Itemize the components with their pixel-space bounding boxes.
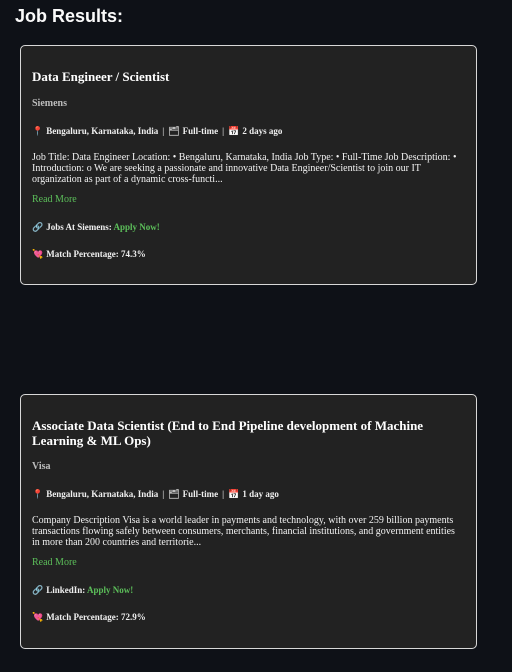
link-icon: 🔗 [32,222,44,232]
job-posted: 1 day ago [242,489,279,499]
calendar-icon: 📅 [228,489,240,499]
job-card: Associate Data Scientist (End to End Pip… [20,394,477,649]
heart-icon: 💘 [32,249,44,259]
job-source: 🔗 LinkedIn: Apply Now! [32,585,465,596]
calendar-icon: 📅 [228,126,240,136]
company-name: Siemens [32,98,67,109]
separator: | [222,489,225,499]
job-title: Data Engineer / Scientist [32,69,170,84]
job-description: Company Description Visa is a world lead… [32,515,455,548]
job-title: Associate Data Scientist (End to End Pip… [32,418,424,448]
apply-now-link[interactable]: Apply Now! [87,585,133,595]
briefcase-icon: 🗂 [168,489,180,499]
read-more-link[interactable]: Read More [32,194,465,205]
company-name: Visa [32,461,51,472]
read-more-link[interactable]: Read More [32,557,465,568]
separator: | [162,489,165,499]
match-value: 74.3% [121,249,146,259]
match-label: Match Percentage: [46,612,119,622]
job-source: 🔗 Jobs At Siemens: Apply Now! [32,222,465,233]
briefcase-icon: 🗂 [168,126,180,136]
source-label: Jobs At Siemens: [46,222,112,232]
pin-icon: 📍 [32,489,44,499]
separator: | [222,126,225,136]
job-card: Data Engineer / Scientist Siemens 📍 Benga… [20,45,477,285]
pin-icon: 📍 [32,126,44,136]
separator: | [162,126,165,136]
job-location: Bengaluru, Karnataka, India [46,126,159,136]
match-percentage: 💘 Match Percentage: 74.3% [32,249,465,260]
job-meta: 📍 Bengaluru, Karnataka, India | 🗂 Full-time |… [32,126,465,137]
match-label: Match Percentage: [46,249,119,259]
apply-now-link[interactable]: Apply Now! [114,222,160,232]
job-type: Full-time [182,489,219,499]
match-value: 72.9% [121,612,146,622]
heart-icon: 💘 [32,612,44,622]
source-label: LinkedIn: [46,585,86,595]
job-location: Bengaluru, Karnataka, India [46,489,159,499]
job-posted: 2 days ago [242,126,283,136]
job-meta: 📍 Bengaluru, Karnataka, India | 🗂 Full-time |… [32,489,465,500]
match-percentage: 💘 Match Percentage: 72.9% [32,612,465,623]
link-icon: 🔗 [32,585,44,595]
job-description: Job Title: Data Engineer Location: • Ben… [32,152,457,185]
job-type: Full-time [182,126,219,136]
page-heading: Job Results: [15,6,124,26]
